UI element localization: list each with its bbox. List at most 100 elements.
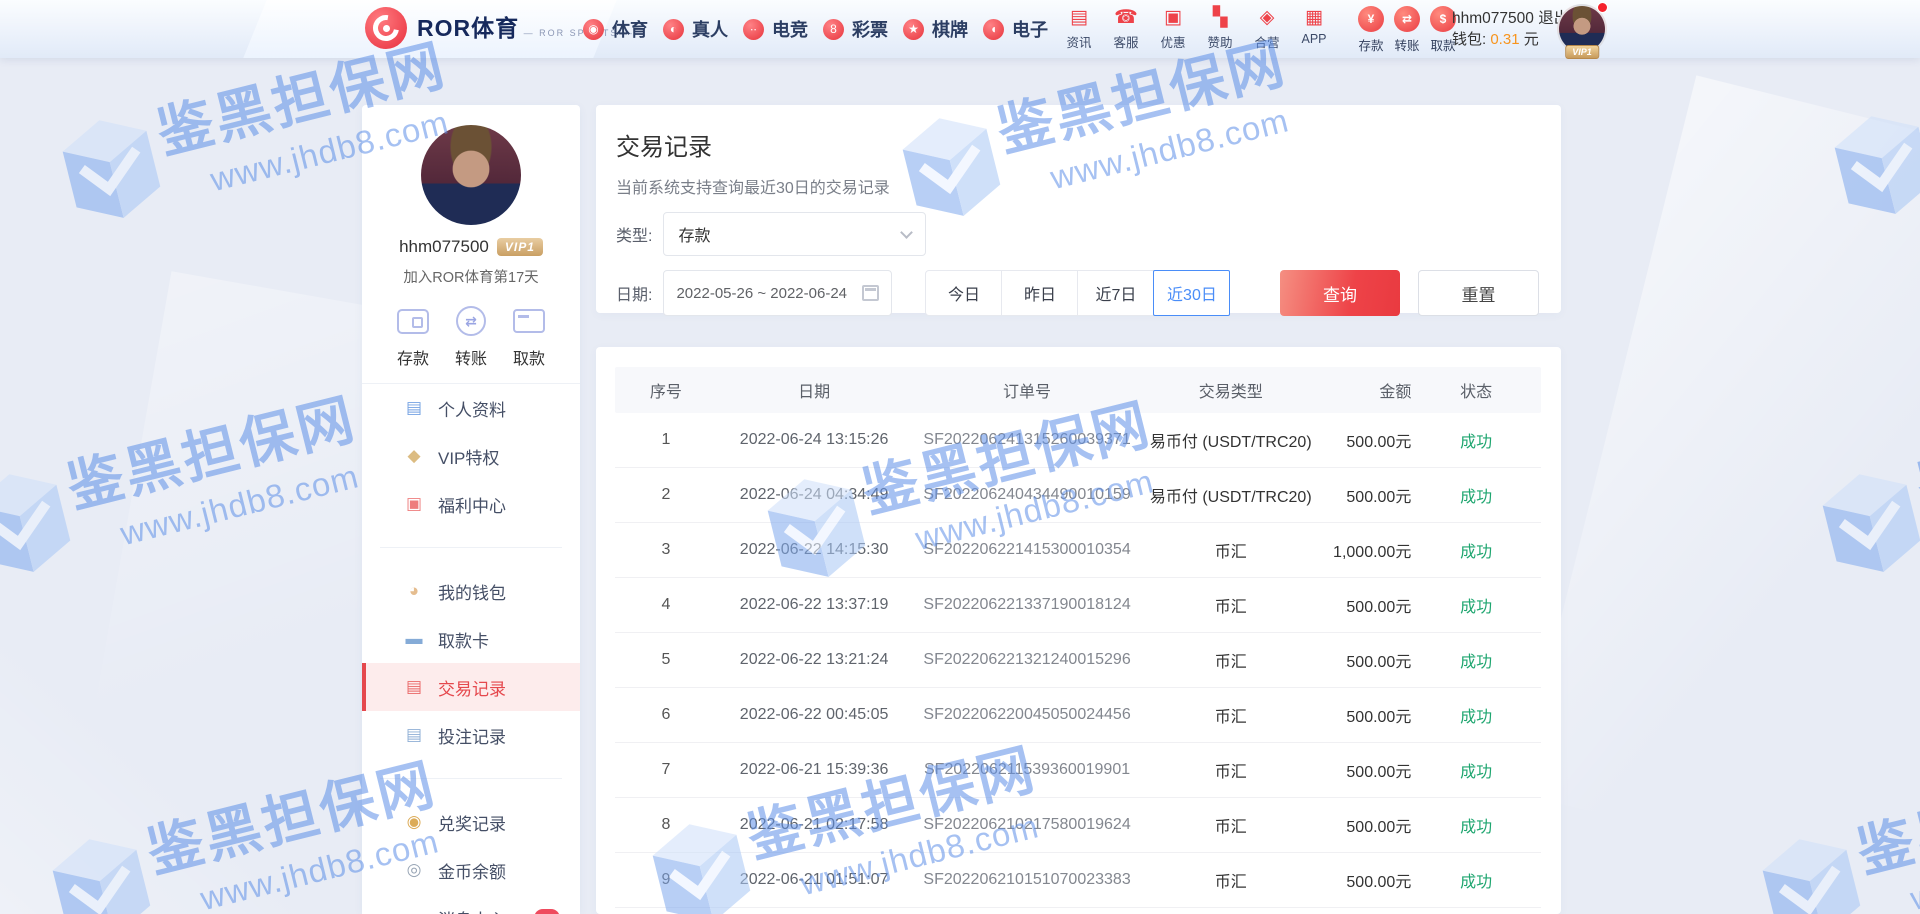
sidebar-action-label: 存款: [397, 345, 429, 369]
wallet-quick-actions: ¥存款⇄转账$取款: [1353, 6, 1461, 54]
nav-item-live[interactable]: ◐真人: [663, 16, 728, 42]
deposit-icon: ¥: [1358, 6, 1384, 32]
logo-title: ROR体育: [417, 15, 519, 41]
feature-label: APP: [1301, 32, 1326, 46]
quick-action-label: 存款: [1358, 35, 1383, 54]
search-button[interactable]: 查询: [1280, 270, 1400, 316]
cell-seq: 9: [615, 871, 717, 889]
quick-transfer[interactable]: ⇄转账: [1389, 6, 1425, 54]
sidebar-item-label: 个人资料: [438, 396, 506, 421]
sidebar-item-vip[interactable]: ◆VIP特权: [362, 432, 580, 480]
welfare-icon: ▣: [404, 494, 424, 514]
feature-label: 资讯: [1066, 32, 1091, 51]
range-button-昨日[interactable]: 昨日: [1001, 270, 1078, 316]
user-avatar[interactable]: VIP1: [1557, 4, 1607, 54]
sidebar-item-label: 兑奖记录: [438, 810, 506, 835]
sidebar-item-prize[interactable]: ◉兑奖记录: [362, 798, 580, 846]
cell-order_no: SF202206210151070023383: [911, 871, 1143, 889]
cell-seq: 4: [615, 596, 717, 614]
nav-item-esports[interactable]: ∙∙电竞: [743, 16, 808, 42]
sidebar-item-label: 取款卡: [438, 627, 489, 652]
calendar-icon: [862, 285, 879, 301]
table-row: 62022-06-22 00:45:05SF202206220045050024…: [615, 688, 1541, 743]
cell-status: 成功: [1411, 483, 1541, 507]
app-icon: ▦: [1305, 5, 1323, 31]
sidebar-item-label: 福利中心: [438, 492, 506, 517]
table-header-row: 序号日期订单号交易类型金额状态: [615, 367, 1541, 413]
sidebar-item-card[interactable]: ▬取款卡: [362, 615, 580, 663]
cell-type: 易币付 (USDT/TRC20): [1143, 483, 1319, 507]
sidebar-item-coin[interactable]: ◎金币余额: [362, 846, 580, 894]
feature-partner[interactable]: ◈合营: [1245, 5, 1289, 51]
page-subtitle: 当前系统支持查询最近30日的交易记录: [616, 174, 1539, 198]
nav-item-label: 电竞: [772, 16, 808, 42]
sidebar-avatar[interactable]: [421, 125, 521, 225]
cell-order_no: SF202206240434490010159: [911, 486, 1143, 504]
cell-type: 币汇: [1143, 593, 1319, 617]
transfer-icon: ⇄: [1394, 6, 1420, 32]
cell-status: 成功: [1411, 813, 1541, 837]
range-button-近30日[interactable]: 近30日: [1153, 270, 1230, 316]
feature-sponsor[interactable]: ▚赞助: [1198, 5, 1242, 51]
cell-order_no: SF202206220045050024456: [911, 706, 1143, 724]
sidebar-action-deposit-wallet[interactable]: 存款: [388, 303, 438, 369]
sidebar-item-wallet[interactable]: ◕我的钱包: [362, 567, 580, 615]
feature-promo[interactable]: ▣优惠: [1151, 5, 1195, 51]
nav-item-sports[interactable]: ◉体育: [583, 16, 648, 42]
menu-group: ▤个人资料◆VIP特权 ▣ 福利中心: [362, 384, 580, 528]
feature-label: 客服: [1113, 32, 1138, 51]
date-range-value: 2022-05-26 ~ 2022-06-24: [676, 285, 847, 302]
column-header: 订单号: [911, 378, 1143, 402]
sidebar-action-withdraw-card[interactable]: 取款: [504, 303, 554, 369]
cell-amount: 500.00元: [1319, 758, 1412, 782]
quick-deposit[interactable]: ¥ 存款: [1353, 6, 1389, 54]
type-select[interactable]: 存款: [663, 212, 926, 256]
table-row: 82022-06-21 02:17:58SF202206210217580019…: [615, 798, 1541, 853]
nav-item-lottery[interactable]: 8彩票: [823, 16, 888, 42]
type-select-value: 存款: [678, 222, 710, 246]
cell-type: 币汇: [1143, 648, 1319, 672]
transactions-table: 序号日期订单号交易类型金额状态 12022-06-24 13:15:26SF20…: [615, 367, 1541, 908]
range-button-近7日[interactable]: 近7日: [1077, 270, 1154, 316]
feature-service[interactable]: ☎客服: [1104, 5, 1148, 51]
date-quick-ranges: 今日昨日近7日近30日: [925, 270, 1230, 316]
wallet-icon: ◕: [404, 581, 424, 601]
cell-date: 2022-06-22 13:37:19: [717, 596, 911, 614]
table-row: 32022-06-22 14:15:30SF202206221415300010…: [615, 523, 1541, 578]
electronic-icon: ◖: [983, 19, 1004, 40]
news-icon: ▤: [1070, 5, 1088, 31]
feature-nav: ▤资讯☎客服▣优惠▚赞助◈合营▦APP: [1057, 5, 1336, 51]
sidebar-item-label: VIP特权: [438, 444, 499, 469]
sidebar-item-bet[interactable]: ▤投注记录: [362, 711, 580, 759]
filter-card: 交易记录 当前系统支持查询最近30日的交易记录 类型: 存款 日期: 2022-…: [596, 105, 1561, 313]
cell-seq: 1: [615, 431, 717, 449]
feature-app[interactable]: ▦APP: [1292, 5, 1336, 51]
cell-status: 成功: [1411, 703, 1541, 727]
feature-news[interactable]: ▤资讯: [1057, 5, 1101, 51]
sidebar-action-label: 转账: [455, 345, 487, 369]
deposit-wallet-icon: [397, 303, 429, 339]
cell-status: 成功: [1411, 868, 1541, 892]
table-row: 92022-06-21 01:51:07SF202206210151070023…: [615, 853, 1541, 908]
date-range-input[interactable]: 2022-05-26 ~ 2022-06-24: [663, 270, 892, 316]
main-nav: ◉体育 ◐真人 ∙∙电竞 8彩票 ★棋牌 ◖ 电子: [583, 0, 1048, 58]
nav-item-label: 体育: [612, 16, 648, 42]
user-info: hhm077500 退出 钱包: 0.31 元: [1452, 8, 1569, 50]
range-button-今日[interactable]: 今日: [925, 270, 1002, 316]
reset-button[interactable]: 重置: [1418, 270, 1539, 316]
nav-item-chess[interactable]: ★棋牌: [903, 16, 968, 42]
sidebar-menu: ▤个人资料◆VIP特权▣福利中心◕我的钱包▬取款卡▤交易记录▤投注记录◉兑奖记录…: [362, 384, 580, 914]
transaction-icon: ▤: [404, 677, 424, 697]
partner-icon: ◈: [1260, 5, 1275, 31]
sidebar-item-profile[interactable]: ▤个人资料: [362, 384, 580, 432]
sidebar-item-message[interactable]: ●消息中心67: [362, 894, 580, 914]
cell-date: 2022-06-22 13:21:24: [717, 651, 911, 669]
sidebar-action-transfer-circle[interactable]: ⇄转账: [446, 303, 496, 369]
cell-type: 易币付 (USDT/TRC20): [1143, 428, 1319, 452]
join-days-text: 加入ROR体育第17天: [362, 266, 580, 287]
sidebar-actions: 存款 ⇄转账取款: [362, 303, 580, 384]
nav-item-label: 电子: [1012, 16, 1048, 42]
sidebar-item-transaction[interactable]: ▤交易记录: [362, 663, 580, 711]
nav-item-electronic[interactable]: ◖ 电子: [983, 16, 1048, 42]
sidebar-item-welfare[interactable]: ▣ 福利中心: [362, 480, 580, 528]
